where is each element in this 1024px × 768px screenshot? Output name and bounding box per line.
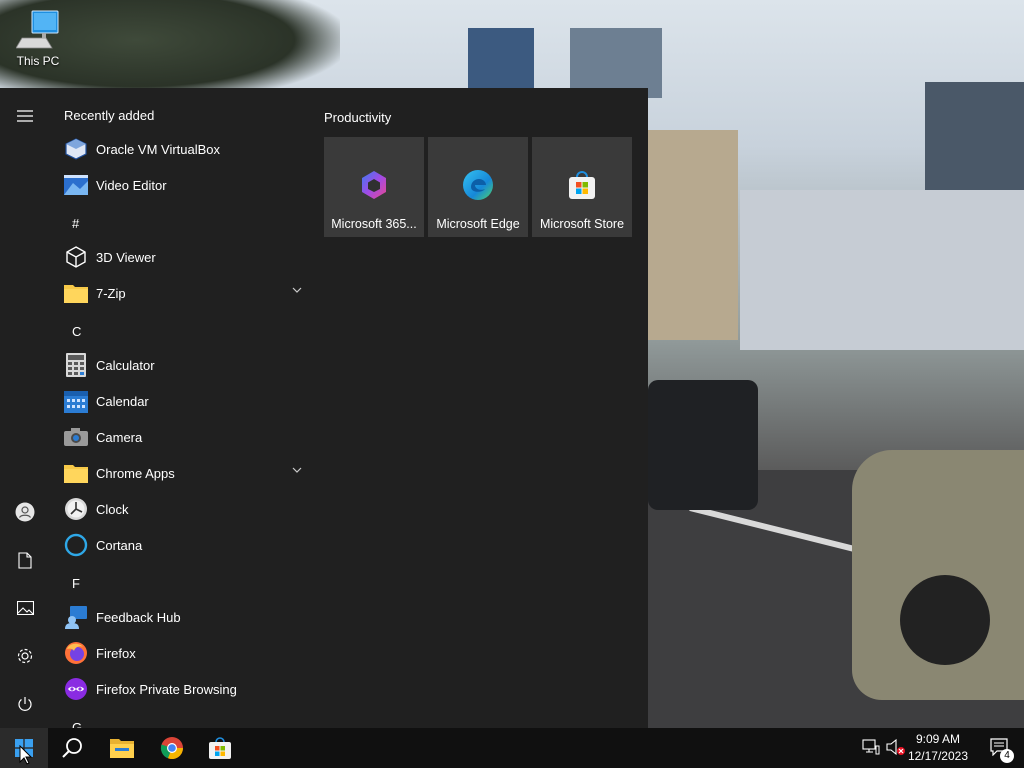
settings-button[interactable] <box>0 634 50 678</box>
wallpaper-building <box>648 130 738 340</box>
clock-icon <box>63 496 89 522</box>
3d-viewer-icon <box>63 244 89 270</box>
desktop-icon-label: This PC <box>16 54 60 68</box>
calendar-icon <box>63 388 89 414</box>
tile-label: Microsoft Edge <box>436 217 520 231</box>
file-explorer-icon <box>110 739 134 758</box>
wallpaper-building <box>740 190 1024 350</box>
clock-date: 12/17/2023 <box>907 749 968 763</box>
mouse-cursor-icon <box>19 745 33 765</box>
app-item-3d-viewer[interactable]: 3D Viewer <box>60 240 310 274</box>
folder-icon <box>63 460 89 486</box>
edge-icon <box>463 170 493 200</box>
clock-time: 9:09 AM <box>915 732 960 746</box>
app-item-7-zip[interactable]: 7-Zip <box>60 276 310 310</box>
microsoft-365-icon <box>362 171 386 199</box>
pictures-icon <box>16 601 34 615</box>
app-list: Recently added Oracle VM VirtualBox Vide… <box>50 88 312 728</box>
group-letter-g[interactable]: G <box>72 720 82 728</box>
folder-icon <box>63 280 89 306</box>
app-item-firefox-private-browsing[interactable]: Firefox Private Browsing <box>60 672 310 706</box>
store-icon <box>209 737 231 759</box>
start-left-rail <box>0 88 50 728</box>
power-icon <box>18 697 32 711</box>
desktop-icon-this-pc[interactable]: This PC <box>12 8 64 68</box>
store-icon <box>569 171 595 199</box>
group-letter-f[interactable]: F <box>72 576 80 591</box>
chrome-icon <box>160 737 184 760</box>
video-editor-icon <box>63 172 89 198</box>
app-item-oracle-vm-virtualbox[interactable]: Oracle VM VirtualBox <box>60 132 310 166</box>
taskbar-microsoft-store[interactable] <box>198 728 242 768</box>
wallpaper-wheel <box>900 575 990 665</box>
gear-icon <box>17 648 33 664</box>
taskbar-file-explorer[interactable] <box>100 728 144 768</box>
virtualbox-icon <box>63 136 89 162</box>
search-icon <box>62 738 82 758</box>
group-letter-c[interactable]: C <box>72 324 81 339</box>
tile-microsoft-365[interactable]: Microsoft 365... <box>324 137 424 237</box>
wallpaper-motorbike <box>648 380 758 510</box>
start-menu: Recently added Oracle VM VirtualBox Vide… <box>0 88 648 728</box>
expand-menu-button[interactable] <box>0 94 50 138</box>
app-item-feedback-hub[interactable]: Feedback Hub <box>60 600 310 634</box>
app-item-video-editor[interactable]: Video Editor <box>60 168 310 202</box>
group-letter-hash[interactable]: # <box>72 216 79 231</box>
taskbar-chrome[interactable] <box>150 728 194 768</box>
app-item-calculator[interactable]: Calculator <box>60 348 310 382</box>
user-icon <box>15 502 35 522</box>
tile-label: Microsoft Store <box>539 217 625 231</box>
power-button[interactable] <box>0 682 50 726</box>
chevron-down-icon[interactable] <box>292 285 302 295</box>
pictures-button[interactable] <box>0 586 50 630</box>
app-item-firefox[interactable]: Firefox <box>60 636 310 670</box>
app-item-calendar[interactable]: Calendar <box>60 384 310 418</box>
network-icon[interactable] <box>862 738 880 756</box>
hamburger-icon <box>17 110 33 122</box>
app-item-chrome-apps[interactable]: Chrome Apps <box>60 456 310 490</box>
search-button[interactable] <box>50 728 94 768</box>
camera-icon <box>63 424 89 450</box>
chevron-down-icon[interactable] <box>292 465 302 475</box>
document-icon <box>18 551 32 569</box>
tile-microsoft-edge[interactable]: Microsoft Edge <box>428 137 528 237</box>
calculator-icon <box>63 352 89 378</box>
tiles-group-heading: Productivity <box>324 110 392 125</box>
documents-button[interactable] <box>0 538 50 582</box>
firefox-icon <box>63 640 89 666</box>
volume-muted-icon[interactable] <box>886 738 906 756</box>
cortana-icon <box>63 532 89 558</box>
app-item-camera[interactable]: Camera <box>60 420 310 454</box>
wallpaper-building <box>925 82 1024 202</box>
tile-microsoft-store[interactable]: Microsoft Store <box>532 137 632 237</box>
notification-count-badge: 4 <box>1000 749 1014 763</box>
system-clock[interactable]: 9:09 AM 12/17/2023 <box>908 731 968 765</box>
feedback-hub-icon <box>63 604 89 630</box>
tile-label: Microsoft 365... <box>331 217 417 231</box>
this-pc-icon <box>16 10 59 49</box>
app-item-clock[interactable]: Clock <box>60 492 310 526</box>
taskbar: 9:09 AM 12/17/2023 4 <box>0 728 1024 768</box>
recently-added-heading: Recently added <box>64 108 155 123</box>
account-button[interactable] <box>0 490 50 534</box>
firefox-private-icon <box>63 676 89 702</box>
app-item-cortana[interactable]: Cortana <box>60 528 310 562</box>
action-center-button[interactable]: 4 <box>990 738 1014 763</box>
